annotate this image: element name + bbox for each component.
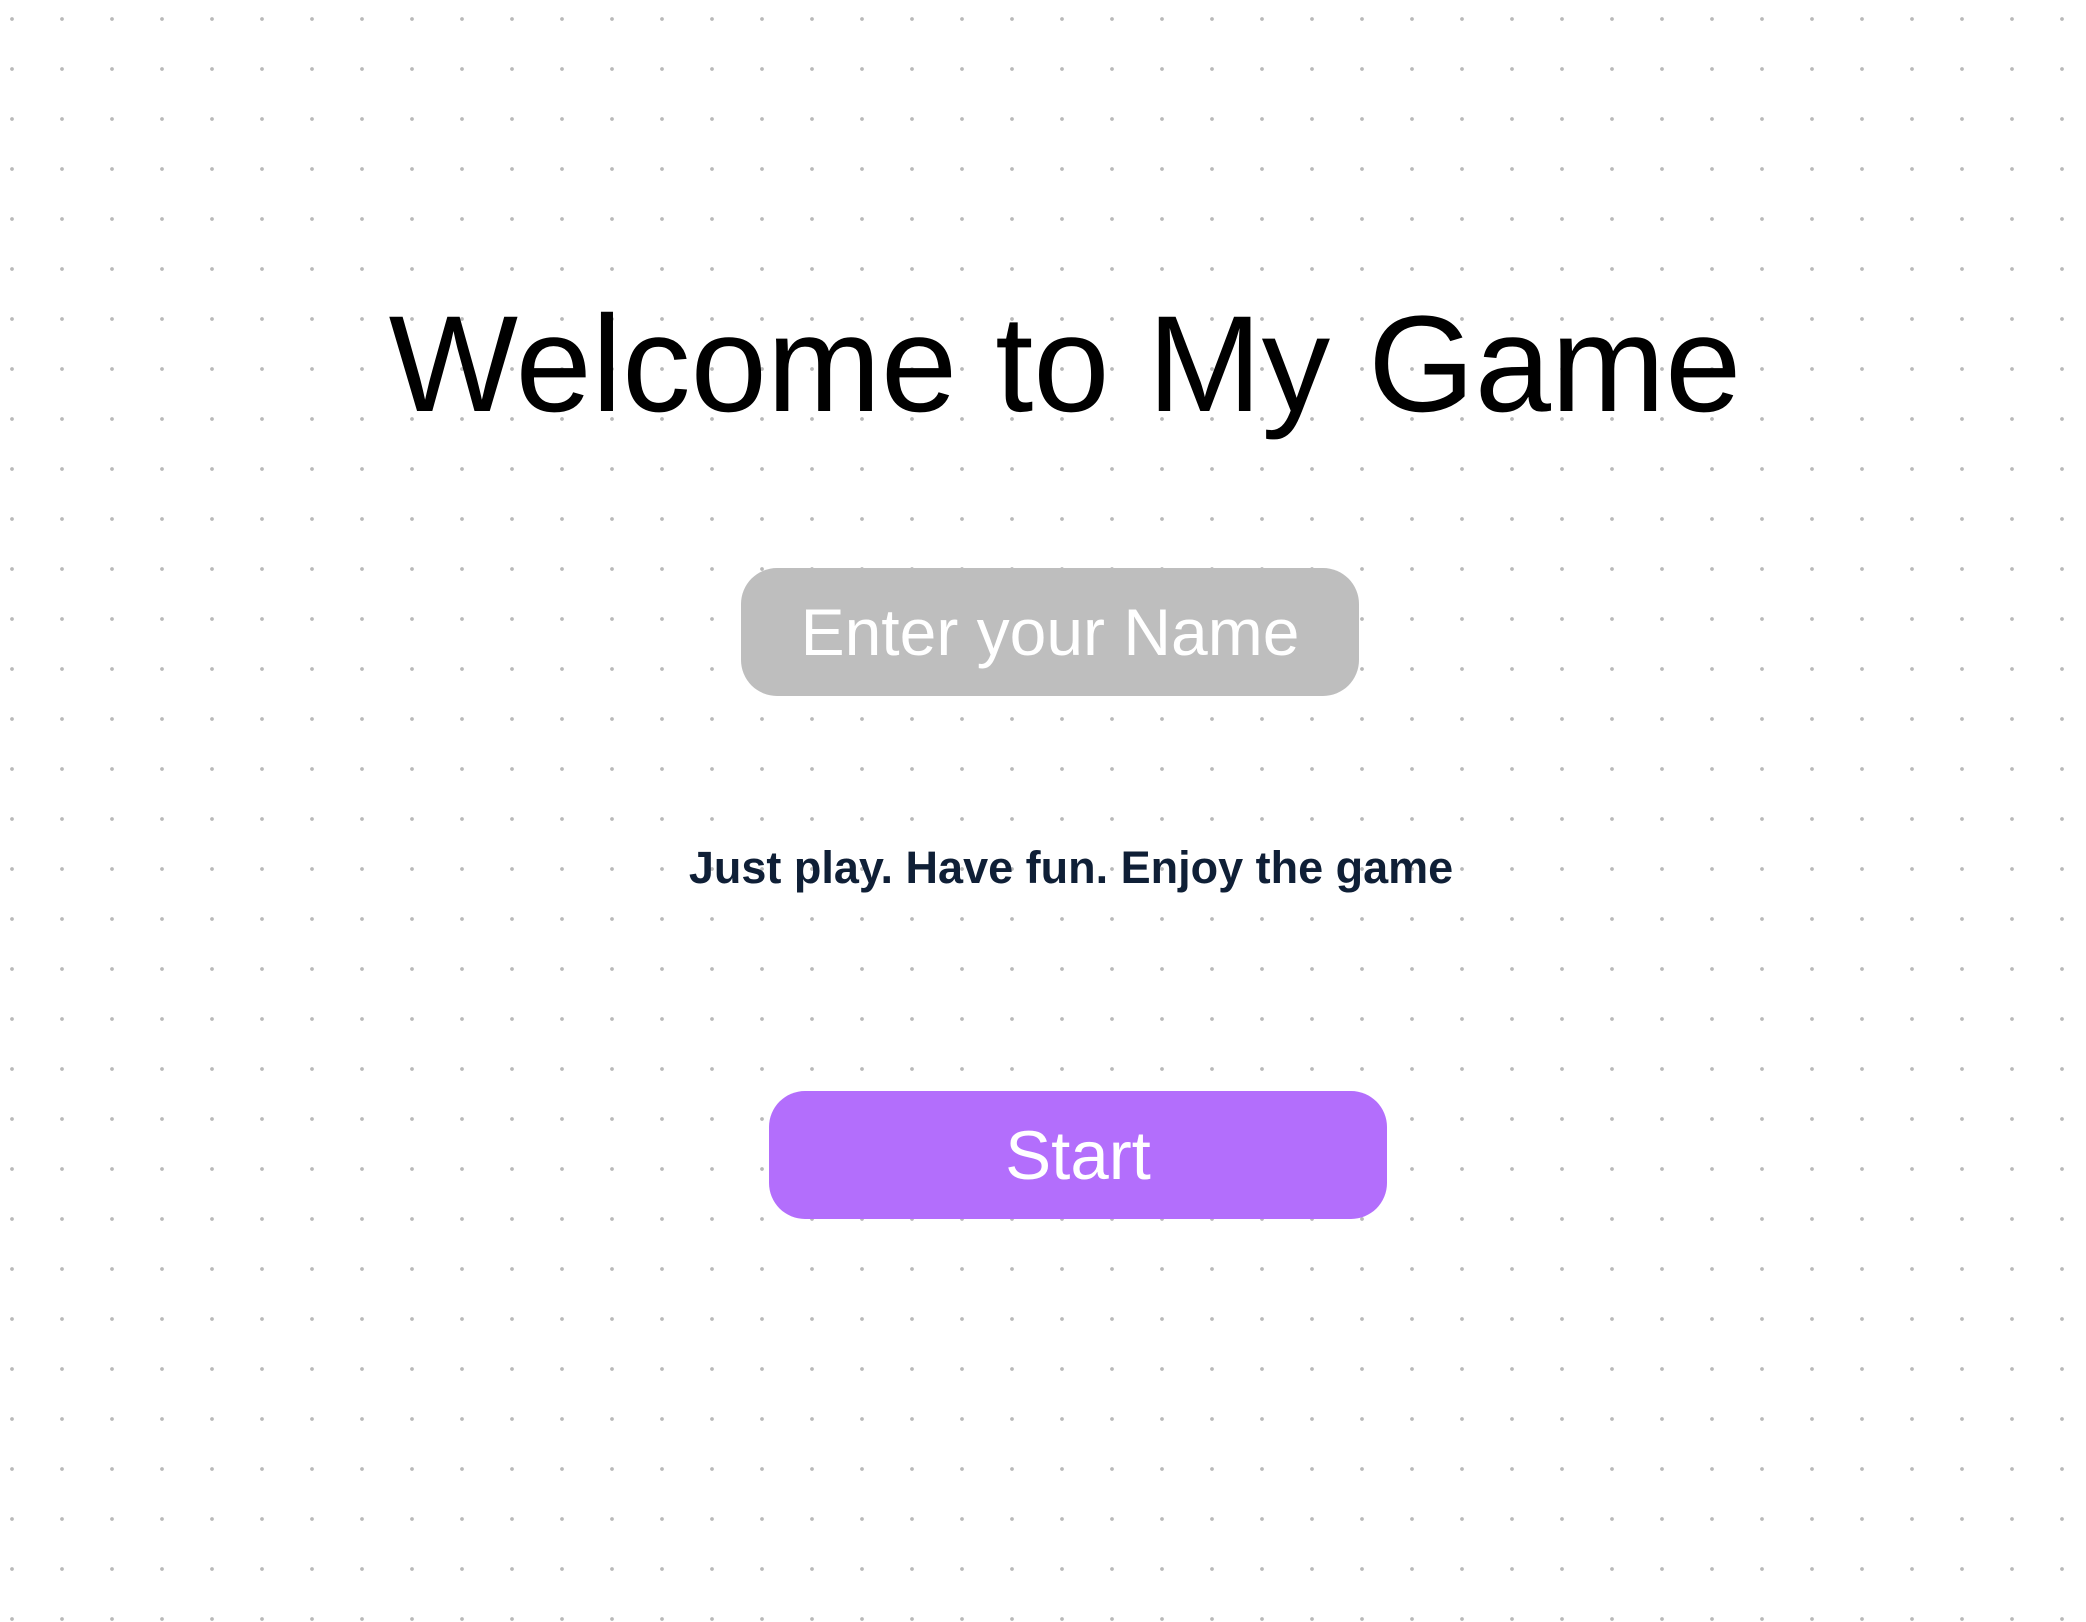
name-input[interactable] (741, 568, 1359, 696)
page-title: Welcome to My Game (388, 288, 1742, 441)
tagline: Just play. Have fun. Enjoy the game (688, 842, 1454, 893)
start-button[interactable]: Start (769, 1091, 1387, 1219)
